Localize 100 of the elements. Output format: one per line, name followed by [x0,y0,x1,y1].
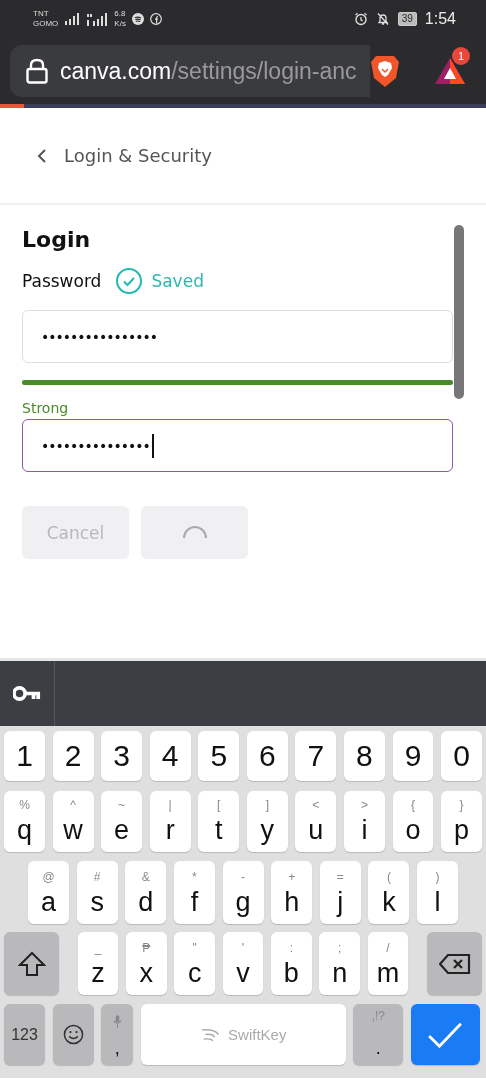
key-hint: | [168,799,172,811]
keyboard-key[interactable]: " c [174,932,216,995]
key-hint: ) [435,871,440,883]
keyboard-key[interactable]: | r [149,791,191,852]
section-title: Login [22,227,92,252]
keyboard-key[interactable]: ^ w [52,791,94,852]
keyboard-key[interactable]: ' v [222,932,264,995]
text-cursor [151,433,154,458]
carrier-name: TNT GOMO [33,9,59,29]
keyboard-key[interactable]: > i [343,791,385,852]
keyboard-key[interactable]: ₱ x [125,932,167,995]
emoji-key[interactable] [52,1004,94,1065]
key-hint: ' [241,942,245,954]
keyboard-key[interactable]: % q [4,791,45,852]
key-hint: } [459,799,464,811]
backspace-key[interactable] [427,932,482,995]
keyboard-key[interactable]: * f [173,861,215,924]
chevron-left-icon [37,147,47,164]
network-speed: 6.8 K/s [114,9,126,29]
shift-arrow-icon [17,950,46,977]
signal-icon [64,13,81,25]
keyboard-key[interactable]: { o [392,791,434,852]
key-hint: # [93,871,101,883]
key-hint: : [289,942,293,954]
social-app-icon [149,13,162,25]
smiley-icon [62,1024,84,1045]
address-bar[interactable]: canva.com/settings/login-anc [10,45,370,97]
key-hint: [ [217,799,221,811]
period-key[interactable]: ,!? . [353,1004,404,1065]
scrollbar[interactable] [454,225,464,399]
keyboard-key[interactable]: 9 [392,731,434,781]
keyboard-key[interactable]: ( k [368,861,410,924]
battery-icon: 39 [397,12,417,26]
key-hint: ] [265,799,269,811]
key-hint: - [241,871,245,883]
key-hint: { [410,799,415,811]
keyboard-key[interactable]: : b [270,932,312,995]
keyboard-key[interactable]: - g [222,861,264,924]
key-hint: & [141,871,150,883]
lock-icon [26,58,48,84]
keyboard-key[interactable]: = j [319,861,361,924]
keyboard-key[interactable]: 4 [149,731,191,781]
notification-badge: 1 [452,47,470,65]
keyboard-key[interactable]: / m [367,932,409,995]
key-hint: @ [42,871,55,883]
loading-spinner-icon [181,525,208,540]
shift-key[interactable] [4,932,59,995]
signal-icon [86,12,109,26]
key-hint: < [312,799,320,811]
keyboard-key[interactable]: 3 [101,731,143,781]
key-hint: _ [94,942,102,954]
keyboard-key[interactable]: 6 [246,731,288,781]
keyboard-key[interactable]: 8 [343,731,385,781]
keyboard-key[interactable]: < u [295,791,337,852]
back-label: Login & Security [64,145,212,166]
key-hint: ~ [118,799,126,811]
keyboard-key[interactable]: # s [76,861,118,924]
backspace-icon [438,952,471,975]
keyboard-key[interactable]: ; n [319,932,361,995]
music-app-icon [131,13,144,25]
keyboard-key[interactable]: 5 [198,731,240,781]
keyboard-key[interactable]: + h [271,861,313,924]
keyboard-key[interactable]: [ t [198,791,240,852]
lion-shield-icon[interactable] [370,54,400,88]
check-circle-icon [115,267,144,295]
back-link[interactable]: Login & Security [37,145,212,166]
keyboard-key[interactable]: } p [441,791,483,852]
key-hint: + [288,871,296,883]
keyboard-key[interactable]: ] y [246,791,288,852]
saved-status: Saved [151,271,204,291]
numbers-key[interactable]: 123 [4,1004,45,1065]
key-hint: " [192,942,197,954]
key-hint: > [360,799,368,811]
password-field[interactable]: ••••••••••••••• [22,419,453,472]
keyboard-key[interactable]: 2 [52,731,94,781]
key-hint: / [386,942,390,954]
checkmark-icon [426,1020,465,1049]
keyboard-key[interactable]: 7 [295,731,337,781]
microphone-icon [112,1014,122,1029]
key-icon[interactable] [13,685,41,702]
keyboard-key[interactable]: 1 [4,731,45,781]
key-hint: % [19,799,30,811]
keyboard-key[interactable]: 0 [441,731,483,781]
key-hint: ( [386,871,391,883]
muted-bell-icon [375,12,390,26]
url-text: canva.com/settings/login-anc [60,57,357,85]
password-field[interactable]: •••••••••••••••• [22,310,453,363]
keyboard-key[interactable]: ) l [417,861,459,924]
keyboard-key[interactable]: & d [125,861,167,924]
key-hint: ₱ [142,942,151,954]
keyboard-key[interactable]: @ a [28,861,70,924]
key-hint: ^ [70,799,76,811]
keyboard-key[interactable]: ~ e [101,791,143,852]
clock-time: 1:54 [424,10,456,28]
enter-key[interactable] [410,1004,480,1065]
password-label: Password [22,271,102,291]
key-hint: ,!? [371,1010,386,1022]
key-hint: ; [338,942,342,954]
keyboard-key[interactable]: _ z [77,932,119,995]
comma-key[interactable]: , [101,1004,134,1065]
